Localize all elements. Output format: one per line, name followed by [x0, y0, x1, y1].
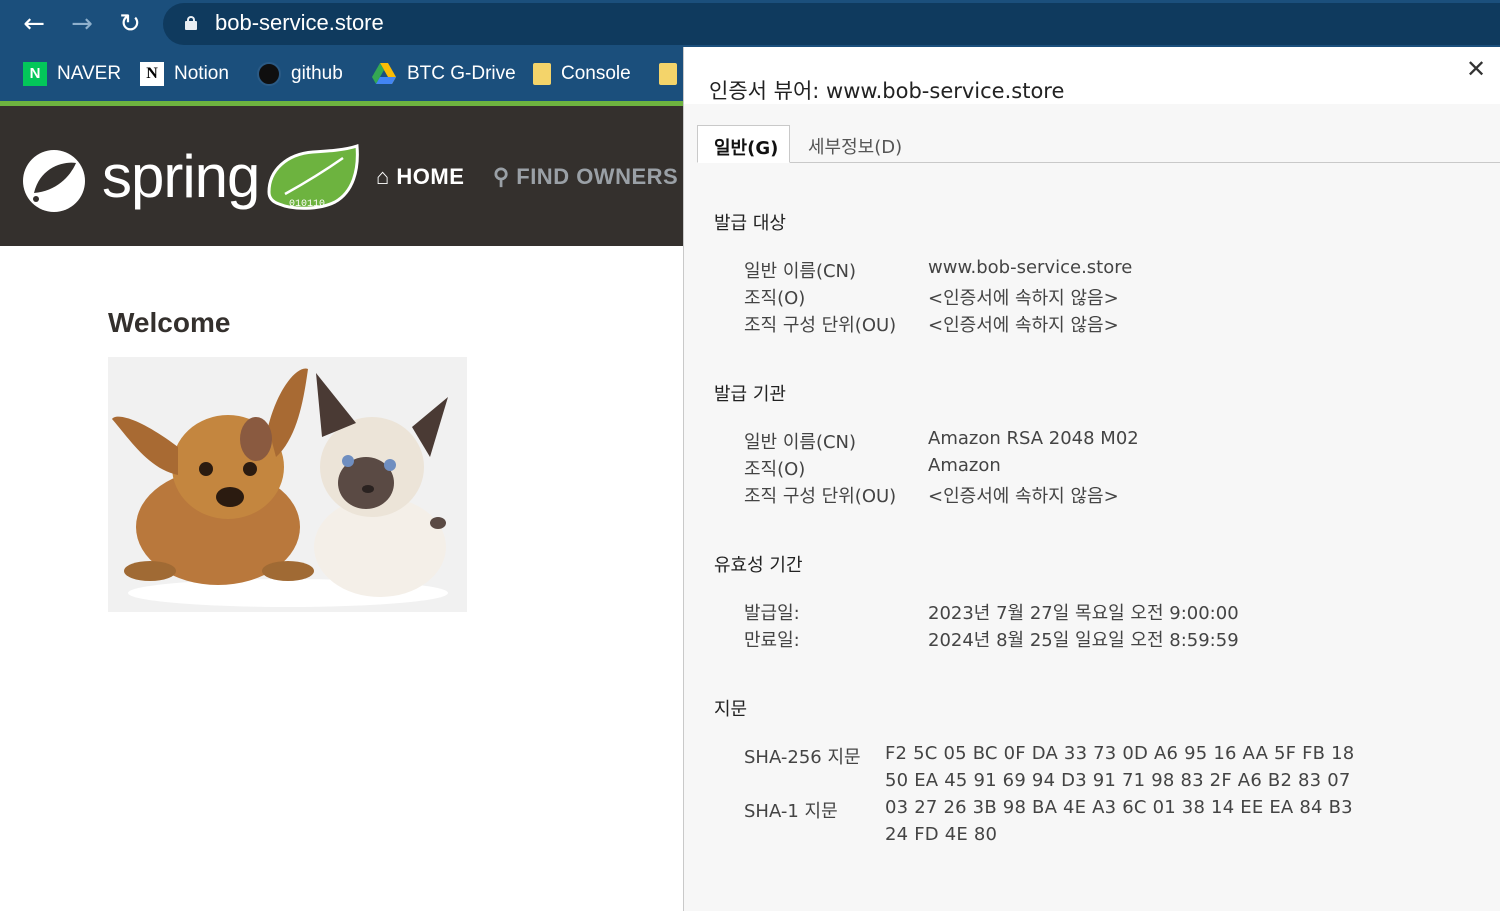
leaf-binary-text: 010110	[289, 199, 325, 210]
sha256-value-line2: 50 EA 45 91 69 94 D3 91 71 98 83 2F A6 B…	[885, 770, 1351, 791]
pets-image	[108, 357, 467, 612]
bookmark-label: Console	[561, 63, 631, 84]
field-value: <인증서에 속하지 않음>	[928, 288, 1119, 309]
certificate-viewer-dialog: 인증서 뷰어: www.bob-service.store ✕ 일반(G) 세부…	[683, 47, 1500, 911]
leaf-icon: 010110	[267, 144, 359, 210]
field-label: 조직 구성 단위(OU)	[744, 486, 897, 507]
site-header: spring 010110 ⌂ HOME ⚲ FIND OWNERS	[0, 106, 683, 246]
field-value: www.bob-service.store	[928, 257, 1133, 278]
bookmark-naver[interactable]: N NAVER	[23, 61, 121, 87]
field-label: 조직(O)	[744, 288, 806, 309]
bookmark-folder[interactable]	[659, 61, 677, 87]
lock-icon[interactable]	[185, 16, 197, 30]
field-label: 일반 이름(CN)	[744, 261, 857, 282]
field-label: 조직 구성 단위(OU)	[744, 315, 897, 336]
sha256-label: SHA-256 지문	[744, 747, 861, 768]
spring-logo-icon[interactable]	[20, 147, 88, 215]
home-icon: ⌂	[376, 164, 390, 189]
close-icon[interactable]: ✕	[1464, 57, 1488, 81]
nav-home-label: HOME	[396, 164, 465, 189]
section-fingerprints: 지문	[714, 699, 748, 720]
dialog-titlebar: 인증서 뷰어: www.bob-service.store ✕	[684, 47, 1500, 104]
page-title: Welcome	[108, 307, 231, 338]
spring-wordmark[interactable]: spring	[102, 142, 260, 211]
forward-arrow-icon[interactable]: →	[64, 6, 100, 42]
sha1-value-line1: 03 27 26 3B 98 BA 4E A3 6C 01 38 14 EE E…	[885, 797, 1353, 818]
sha1-label: SHA-1 지문	[744, 801, 838, 822]
bookmark-label: github	[291, 63, 343, 84]
folder-icon	[533, 63, 551, 85]
github-icon	[257, 62, 281, 86]
tab-details[interactable]: 세부정보(D)	[792, 125, 918, 163]
folder-icon	[659, 63, 677, 85]
field-value: <인증서에 속하지 않음>	[928, 486, 1119, 507]
sha256-value-line1: F2 5C 05 BC 0F DA 33 73 0D A6 95 16 AA 5…	[885, 743, 1355, 764]
sha1-value-line2: 24 FD 4E 80	[885, 824, 998, 845]
back-arrow-icon[interactable]: ←	[16, 6, 52, 42]
bookmarks-bar: N NAVER N Notion github BTC G-Drive Cons…	[0, 47, 683, 101]
nav-home[interactable]: ⌂ HOME	[376, 164, 464, 190]
section-issued-by: 발급 기관	[714, 384, 786, 405]
field-value: 2024년 8월 25일 일요일 오전 8:59:59	[928, 630, 1239, 651]
notion-icon: N	[140, 62, 164, 86]
field-label: 만료일:	[744, 630, 800, 651]
field-label: 일반 이름(CN)	[744, 432, 857, 453]
tab-general[interactable]: 일반(G)	[697, 125, 790, 163]
bookmark-label: NAVER	[57, 63, 122, 84]
nav-find-owners-label: FIND OWNERS	[516, 164, 679, 189]
google-drive-icon	[372, 63, 396, 84]
browser-toolbar: ← → ↻ bob-service.store	[0, 0, 1500, 47]
section-issued-to: 발급 대상	[714, 213, 786, 234]
field-value: <인증서에 속하지 않음>	[928, 315, 1119, 336]
reload-icon[interactable]: ↻	[112, 6, 148, 42]
search-icon: ⚲	[493, 164, 510, 189]
field-value: Amazon	[928, 455, 1001, 476]
bookmark-console[interactable]: Console	[533, 61, 631, 87]
nav-find-owners[interactable]: ⚲ FIND OWNERS	[493, 164, 678, 190]
url-text[interactable]: bob-service.store	[215, 10, 384, 36]
field-label: 발급일:	[744, 603, 800, 624]
field-value: 2023년 7월 27일 목요일 오전 9:00:00	[928, 603, 1239, 624]
bookmark-label: BTC G-Drive	[407, 63, 516, 84]
bookmark-label: Notion	[174, 63, 229, 84]
section-validity-period: 유효성 기간	[714, 555, 803, 576]
naver-icon: N	[23, 62, 47, 86]
bookmark-notion[interactable]: N Notion	[140, 61, 229, 87]
bookmark-github[interactable]: github	[257, 61, 343, 87]
field-label: 조직(O)	[744, 459, 806, 480]
bookmark-btc-gdrive[interactable]: BTC G-Drive	[371, 61, 516, 87]
dialog-title: 인증서 뷰어: www.bob-service.store	[709, 79, 1065, 103]
field-value: Amazon RSA 2048 M02	[928, 428, 1139, 449]
